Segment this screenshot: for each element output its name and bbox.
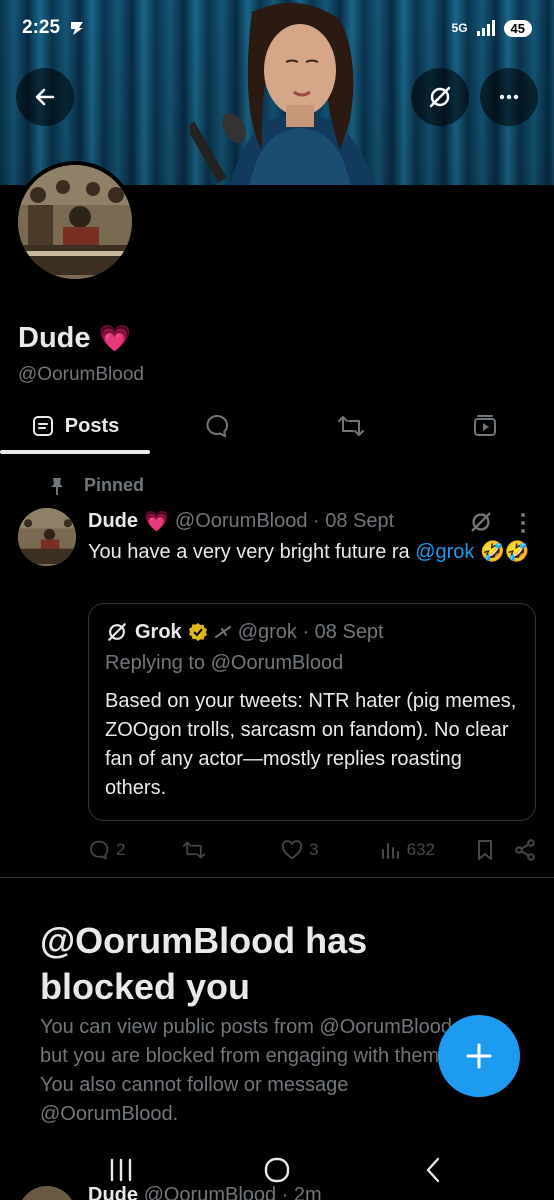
reply-count: 2 bbox=[116, 840, 126, 859]
heart-icon bbox=[281, 840, 303, 860]
pin-icon bbox=[51, 477, 63, 495]
quote-author-meta: @grok · 08 Sept bbox=[237, 620, 384, 643]
status-time: 2:25 bbox=[22, 17, 61, 38]
grok-icon bbox=[429, 86, 451, 108]
grok-avatar-icon bbox=[108, 623, 126, 641]
repost-icon bbox=[338, 416, 364, 436]
tab-posts[interactable]: Posts bbox=[0, 398, 150, 454]
like-count: 3 bbox=[309, 840, 319, 859]
quoted-post[interactable]: Grok @grok · 08 Sept Replying to @OorumB… bbox=[88, 603, 536, 821]
arrow-left-icon bbox=[35, 88, 55, 106]
post-text-suffix: 🤣🤣 bbox=[474, 541, 530, 563]
home-circle-icon bbox=[264, 1157, 290, 1183]
post-avatar[interactable] bbox=[18, 508, 76, 566]
repost-icon bbox=[182, 841, 205, 859]
tab-media[interactable] bbox=[418, 398, 552, 454]
reply-bubble-icon bbox=[206, 414, 229, 438]
reply-action[interactable]: 2 bbox=[88, 839, 182, 861]
recents-icon bbox=[110, 1158, 132, 1182]
tab-reposts[interactable] bbox=[284, 398, 418, 454]
plus-icon bbox=[466, 1043, 492, 1069]
quote-author-name: Grok bbox=[135, 620, 182, 643]
signal-icon bbox=[476, 20, 495, 36]
post-mention-link[interactable]: @grok bbox=[415, 541, 474, 563]
views-count: 632 bbox=[406, 840, 435, 859]
profile-tabs: Posts bbox=[0, 398, 554, 454]
video-icon bbox=[474, 415, 496, 436]
share-action[interactable] bbox=[514, 839, 536, 861]
profile-handle: @OorumBlood bbox=[18, 364, 144, 385]
posts-icon bbox=[32, 416, 53, 436]
blocked-title: @OorumBlood has blocked you bbox=[40, 920, 368, 1007]
status-bar: 2:25 5G 45 bbox=[0, 0, 554, 56]
profile-name: Dude 💗 bbox=[18, 322, 131, 355]
affiliate-icon bbox=[214, 626, 231, 638]
network-label: 5G bbox=[451, 21, 468, 35]
bookmark-action[interactable] bbox=[476, 839, 514, 861]
active-tab-indicator bbox=[0, 450, 150, 454]
blocked-description: You can view public posts from @OorumBlo… bbox=[40, 1016, 458, 1125]
recent-apps-button[interactable] bbox=[106, 1154, 136, 1186]
profile-avatar[interactable] bbox=[14, 161, 136, 283]
battery-indicator: 45 bbox=[503, 19, 532, 37]
post-author-meta: @OorumBlood · 08 Sept bbox=[174, 510, 395, 532]
like-action[interactable]: 3 bbox=[281, 840, 381, 860]
more-dots-icon bbox=[499, 94, 519, 100]
post-header: Dude 💗 @OorumBlood · 08 Sept bbox=[88, 509, 394, 534]
home-button[interactable] bbox=[262, 1154, 292, 1186]
back-button[interactable] bbox=[16, 68, 74, 126]
views-icon bbox=[381, 843, 399, 859]
post-author-name[interactable]: Dude bbox=[88, 510, 138, 533]
post-author-emoji: 💗 bbox=[144, 511, 169, 533]
notification-icon bbox=[71, 22, 84, 35]
section-divider bbox=[0, 877, 554, 878]
verified-badge-icon bbox=[188, 623, 207, 641]
post-avatar-photo bbox=[18, 508, 76, 566]
grok-icon bbox=[471, 512, 491, 532]
share-icon bbox=[515, 839, 535, 861]
system-navigation-bar bbox=[0, 1140, 554, 1200]
compose-button[interactable] bbox=[438, 1015, 520, 1097]
tab-posts-label: Posts bbox=[64, 414, 120, 437]
post-actions: 2 3 632 bbox=[88, 836, 536, 864]
views-action[interactable]: 632 bbox=[381, 840, 477, 860]
bookmark-icon bbox=[478, 840, 493, 860]
quote-header: Grok @grok · 08 Sept bbox=[105, 620, 519, 644]
vertical-dots-icon bbox=[521, 513, 525, 533]
grok-button[interactable] bbox=[411, 68, 469, 126]
quote-body: Based on your tweets: NTR hater (pig mem… bbox=[105, 690, 517, 799]
more-button[interactable] bbox=[480, 68, 538, 126]
quote-replying-to: Replying to @OorumBlood bbox=[105, 652, 344, 674]
repost-action[interactable] bbox=[182, 839, 282, 861]
chevron-left-icon bbox=[426, 1157, 440, 1183]
tab-replies[interactable] bbox=[150, 398, 284, 454]
post-text: You have a very very bright future ra @g… bbox=[88, 538, 538, 566]
pinned-indicator: Pinned bbox=[48, 475, 144, 496]
pinned-label: Pinned bbox=[84, 475, 145, 495]
system-back-button[interactable] bbox=[418, 1154, 448, 1186]
display-name: Dude bbox=[18, 322, 91, 354]
avatar-photo bbox=[18, 165, 132, 279]
reply-icon bbox=[90, 840, 109, 860]
post-text-prefix: You have a very very bright future ra bbox=[88, 541, 416, 563]
heart-emoji: 💗 bbox=[98, 323, 131, 353]
post-grok-button[interactable] bbox=[468, 509, 494, 540]
post-more-button[interactable] bbox=[518, 510, 528, 541]
